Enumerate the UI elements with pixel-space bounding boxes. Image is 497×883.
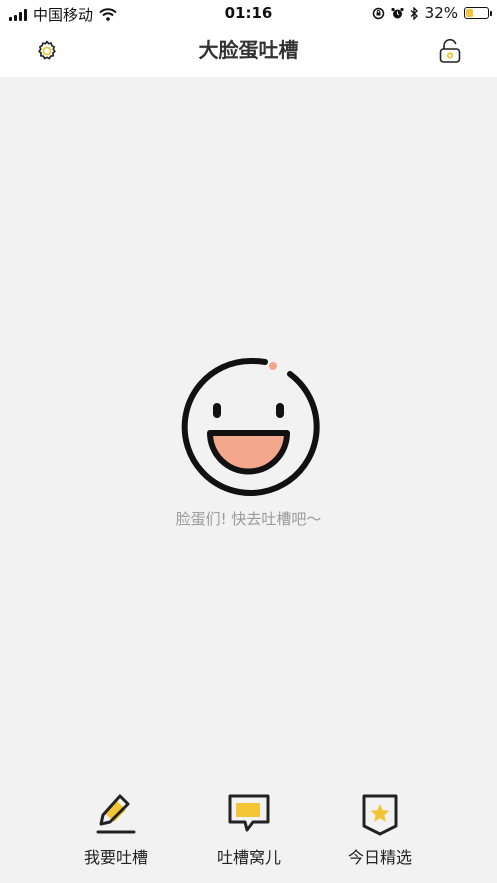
star-badge-icon <box>362 794 398 836</box>
page-title: 大脸蛋吐槽 <box>198 38 299 62</box>
app-screen: 中国移动 01:16 32% 大脸蛋吐槽 脸蛋们! 快去吐槽吧～ 我要吐槽 吐槽… <box>0 0 497 883</box>
tab-bar: 我要吐槽 吐槽窝儿 今日精选 <box>0 780 497 883</box>
tab-write[interactable]: 我要吐槽 <box>56 792 176 868</box>
tab-write-label: 我要吐槽 <box>83 848 148 867</box>
lock-open-icon[interactable] <box>438 38 462 64</box>
battery-percent: 32% <box>424 4 458 22</box>
tab-nest[interactable]: 吐槽窝儿 <box>189 792 309 868</box>
rotation-lock-icon <box>372 7 384 19</box>
status-bar: 中国移动 01:16 32% <box>0 0 497 27</box>
nav-bar: 大脸蛋吐槽 <box>0 27 497 77</box>
empty-message: 脸蛋们! 快去吐槽吧～ <box>175 510 322 528</box>
status-right: 32% <box>372 4 492 22</box>
bluetooth-icon <box>410 6 418 20</box>
tab-featured-label: 今日精选 <box>347 848 412 867</box>
speech-bubble-icon <box>228 794 270 832</box>
battery-fill <box>466 9 474 17</box>
tab-nest-label: 吐槽窝儿 <box>216 848 281 867</box>
pencil-icon <box>96 794 136 834</box>
tab-featured[interactable]: 今日精选 <box>320 792 440 868</box>
smiley-face-icon <box>181 357 320 496</box>
alarm-icon <box>391 7 404 18</box>
battery-icon <box>464 7 492 19</box>
